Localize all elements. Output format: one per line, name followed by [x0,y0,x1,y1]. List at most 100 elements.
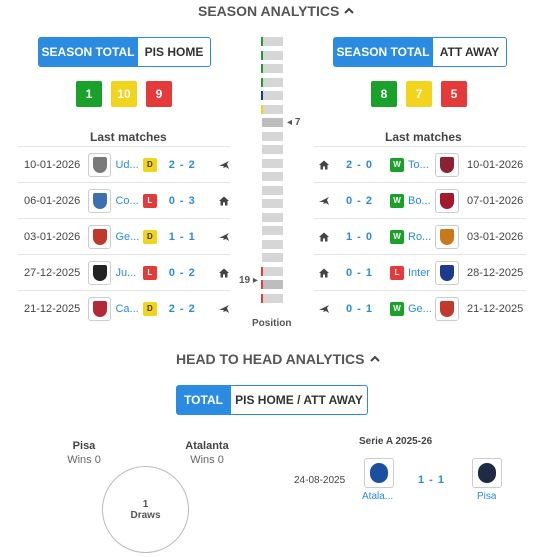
team-crest-icon [440,156,454,173]
match-score[interactable]: 0 - 2 [346,195,384,207]
match-row[interactable]: 27-12-2025 Ju... L 0 - 2 [18,254,230,290]
match-date: 21-12-2025 [467,302,524,315]
h2h-away-name: Atalanta [185,440,229,452]
opponent-name[interactable]: To... [408,159,434,171]
opponent-name[interactable]: Ro... [408,231,434,243]
position-zone-marker [261,77,263,87]
season-analytics-title[interactable]: SEASON ANALYTICS [198,3,355,19]
position-zone-marker [261,293,263,303]
match-score[interactable]: 0 - 1 [346,267,384,279]
match-row[interactable]: 0 - 2 W Bo... 07-01-2026 [314,182,526,218]
h2h-away-wins: Wins 0 [190,454,224,466]
position-slot [262,158,283,168]
result-badge: D [142,301,157,316]
opponent-name[interactable]: Ge... [408,303,434,315]
opponent-name[interactable]: Ca... [115,303,141,315]
match-row[interactable]: 2 - 0 W To... 10-01-2026 [314,146,526,182]
home-icon [218,195,230,207]
pis-draws-count: 10 [111,81,137,107]
h2h-tabs: TOTAL PIS HOME / ATT AWAY [176,385,368,415]
result-badge: W [390,229,404,244]
att-last-matches-title: Last matches [385,130,462,144]
match-score[interactable]: 1 - 1 [169,231,208,243]
team-crest-icon [92,264,107,281]
match-score[interactable]: 2 - 2 [169,159,208,171]
season-analytics-label: SEASON ANALYTICS [198,3,340,19]
h2h-home-team-logo[interactable] [364,458,394,488]
tab-season-total-right[interactable]: SEASON TOTAL [333,37,433,67]
team-crest-icon [440,192,454,209]
position-zone-marker [261,104,263,114]
match-row[interactable]: 1 - 0 W Ro... 03-01-2026 [314,218,526,254]
match-date: 06-01-2026 [24,194,81,207]
opponent-name[interactable]: Inter [408,267,434,279]
result-badge: W [390,157,404,172]
result-badge: D [142,157,157,172]
match-row[interactable]: 10-01-2026 Ud... D 2 - 2 [18,146,230,182]
position-slot [262,280,283,289]
opponent-logo[interactable] [435,152,459,177]
h2h-analytics-title[interactable]: HEAD TO HEAD ANALYTICS [176,351,381,367]
plane-icon [218,231,230,243]
home-icon [318,231,330,243]
att-position-value: 7 [294,117,301,128]
match-row[interactable]: 06-01-2026 Co... L 0 - 3 [18,182,230,218]
att-draws-count: 7 [406,81,432,107]
match-score[interactable]: 0 - 3 [169,195,208,207]
position-slot [262,239,283,249]
opponent-logo[interactable] [435,224,459,249]
opponent-logo[interactable] [87,188,112,213]
result-badge: W [390,301,404,316]
opponent-logo[interactable] [87,224,112,249]
h2h-away-team-logo[interactable] [472,458,502,488]
h2h-home-summary: Pisa Wins 0 [58,440,110,466]
opponent-name[interactable]: Ud... [115,159,141,171]
chevron-up-icon [369,355,380,362]
team-crest-icon [92,300,107,317]
att-position-label: ◂ 7 [287,117,301,128]
match-score[interactable]: 2 - 0 [346,159,384,171]
atalanta-crest-icon [370,463,388,483]
match-score[interactable]: 0 - 2 [169,267,208,279]
tab-h2h-pis-home-att-away[interactable]: PIS HOME / ATT AWAY [231,385,368,415]
opponent-logo[interactable] [87,260,112,285]
match-score[interactable]: 1 - 0 [346,231,384,243]
match-score[interactable]: 2 - 2 [169,303,208,315]
h2h-match-score[interactable]: 1 - 1 [418,474,445,486]
opponent-logo[interactable] [435,296,459,321]
match-date: 21-12-2025 [24,302,81,315]
tab-att-away[interactable]: ATT AWAY [433,37,507,67]
opponent-name[interactable]: Ge... [115,231,141,243]
plane-icon [318,303,330,315]
match-row[interactable]: 03-01-2026 Ge... D 1 - 1 [18,218,230,254]
team-crest-icon [440,264,454,281]
position-slot [262,266,283,276]
position-slot [262,199,283,208]
match-row[interactable]: 0 - 1 W Ge... 21-12-2025 [314,290,526,326]
opponent-name[interactable]: Bo... [408,195,434,207]
position-slot [262,104,283,114]
team-crest-icon [92,156,107,173]
position-slot [262,50,283,60]
opponent-name[interactable]: Ju... [115,267,141,279]
pis-position-value: 19 [239,275,251,286]
h2h-away-team-name[interactable]: Pisa [477,491,496,502]
tab-pis-home[interactable]: PIS HOME [138,37,211,67]
match-score[interactable]: 0 - 1 [346,303,384,315]
opponent-logo[interactable] [87,152,112,177]
tab-h2h-total[interactable]: TOTAL [176,385,231,415]
opponent-logo[interactable] [435,188,459,213]
position-zone-marker [261,91,263,100]
opponent-logo[interactable] [87,296,112,321]
plane-icon [318,195,330,207]
tab-season-total-left[interactable]: SEASON TOTAL [38,37,138,67]
match-row[interactable]: 0 - 1 L Inter 28-12-2025 [314,254,526,290]
position-slot [262,226,283,235]
opponent-logo[interactable] [435,260,459,285]
att-tabs: SEASON TOTAL ATT AWAY [333,37,507,67]
opponent-name[interactable]: Co... [115,195,141,207]
match-row[interactable]: 21-12-2025 Ca... D 2 - 2 [18,290,230,326]
att-tally: 8 7 5 [371,81,467,107]
h2h-home-team-name[interactable]: Atala... [362,491,393,502]
position-slot [262,77,283,87]
